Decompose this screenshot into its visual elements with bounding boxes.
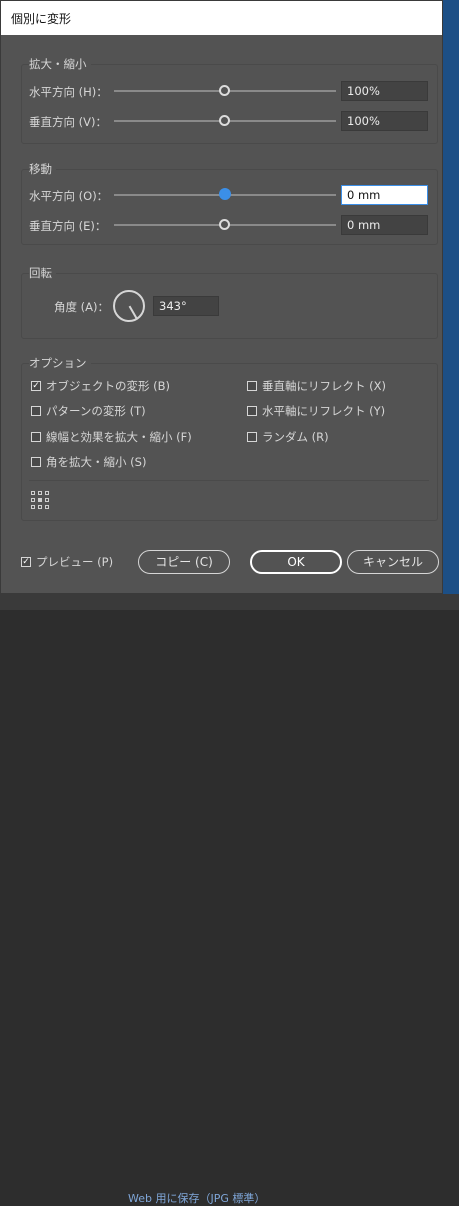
move-horizontal-slider-knob[interactable]: [219, 188, 231, 200]
angle-label: 角度 (A)：: [54, 300, 109, 314]
angle-input[interactable]: 343°: [153, 296, 219, 316]
cancel-button[interactable]: キャンセル: [347, 550, 439, 574]
reflect-vertical-checkbox[interactable]: [247, 381, 257, 391]
reference-point-center[interactable]: [38, 498, 42, 502]
scale-corners-checkbox[interactable]: [31, 457, 41, 467]
scale-vertical-input[interactable]: 100%: [341, 111, 428, 131]
scale-horizontal-label: 水平方向 (H)：: [29, 85, 108, 99]
reference-point-top-center[interactable]: [38, 491, 42, 495]
scale-strokes-checkbox[interactable]: [31, 432, 41, 442]
random-label[interactable]: ランダム (R): [262, 429, 329, 445]
preview-label[interactable]: プレビュー (P): [36, 554, 113, 570]
reference-point-bottom-right[interactable]: [45, 505, 49, 509]
angle-dial-needle: [128, 305, 138, 320]
transform-each-dialog: 個別に変形 拡大・縮小 水平方向 (H)： 100% 垂直方向 (V)： 100…: [0, 0, 443, 594]
options-divider: [29, 480, 429, 481]
reference-point-bottom-center[interactable]: [38, 505, 42, 509]
reference-point-grid-icon[interactable]: [31, 491, 49, 509]
reference-point-top-left[interactable]: [31, 491, 35, 495]
rotate-legend: 回転: [29, 265, 56, 281]
background-panel: Web 用に保存（JPG 標準）: [0, 594, 459, 1205]
reference-point-middle-left[interactable]: [31, 498, 35, 502]
scale-group: [21, 64, 438, 144]
scale-vertical-label: 垂直方向 (V)：: [29, 115, 107, 129]
move-vertical-input[interactable]: 0 mm: [341, 215, 428, 235]
scale-horizontal-slider-knob[interactable]: [219, 85, 230, 96]
transform-objects-checkbox[interactable]: ✓: [31, 381, 41, 391]
move-vertical-label: 垂直方向 (E)：: [29, 219, 107, 233]
random-checkbox[interactable]: [247, 432, 257, 442]
background-menu-text: Web 用に保存（JPG 標準）: [128, 1192, 266, 1205]
move-legend: 移動: [29, 161, 56, 177]
copy-button[interactable]: コピー (C): [138, 550, 230, 574]
transform-patterns-label[interactable]: パターンの変形 (T): [46, 403, 146, 419]
angle-dial[interactable]: [113, 290, 145, 322]
scale-horizontal-input[interactable]: 100%: [341, 81, 428, 101]
reference-point-top-right[interactable]: [45, 491, 49, 495]
scale-strokes-label[interactable]: 線幅と効果を拡大・縮小 (F): [46, 429, 192, 445]
background-window-edge: [443, 0, 459, 594]
preview-checkbox[interactable]: ✓: [21, 557, 31, 567]
reference-point-middle-right[interactable]: [45, 498, 49, 502]
scale-vertical-slider-knob[interactable]: [219, 115, 230, 126]
move-vertical-slider-knob[interactable]: [219, 219, 230, 230]
title-bar[interactable]: 個別に変形: [1, 1, 442, 35]
dialog-title: 個別に変形: [11, 12, 72, 26]
reflect-vertical-label[interactable]: 垂直軸にリフレクト (X): [262, 378, 386, 394]
transform-objects-label[interactable]: オブジェクトの変形 (B): [46, 378, 170, 394]
transform-patterns-checkbox[interactable]: [31, 406, 41, 416]
reflect-horizontal-label[interactable]: 水平軸にリフレクト (Y): [262, 403, 385, 419]
scale-legend: 拡大・縮小: [29, 56, 91, 72]
move-horizontal-input[interactable]: 0 mm: [341, 185, 428, 205]
reflect-horizontal-checkbox[interactable]: [247, 406, 257, 416]
reference-point-bottom-left[interactable]: [31, 505, 35, 509]
ok-button[interactable]: OK: [250, 550, 342, 574]
options-legend: オプション: [29, 355, 91, 371]
scale-corners-label[interactable]: 角を拡大・縮小 (S): [46, 454, 146, 470]
move-horizontal-label: 水平方向 (O)：: [29, 189, 109, 203]
